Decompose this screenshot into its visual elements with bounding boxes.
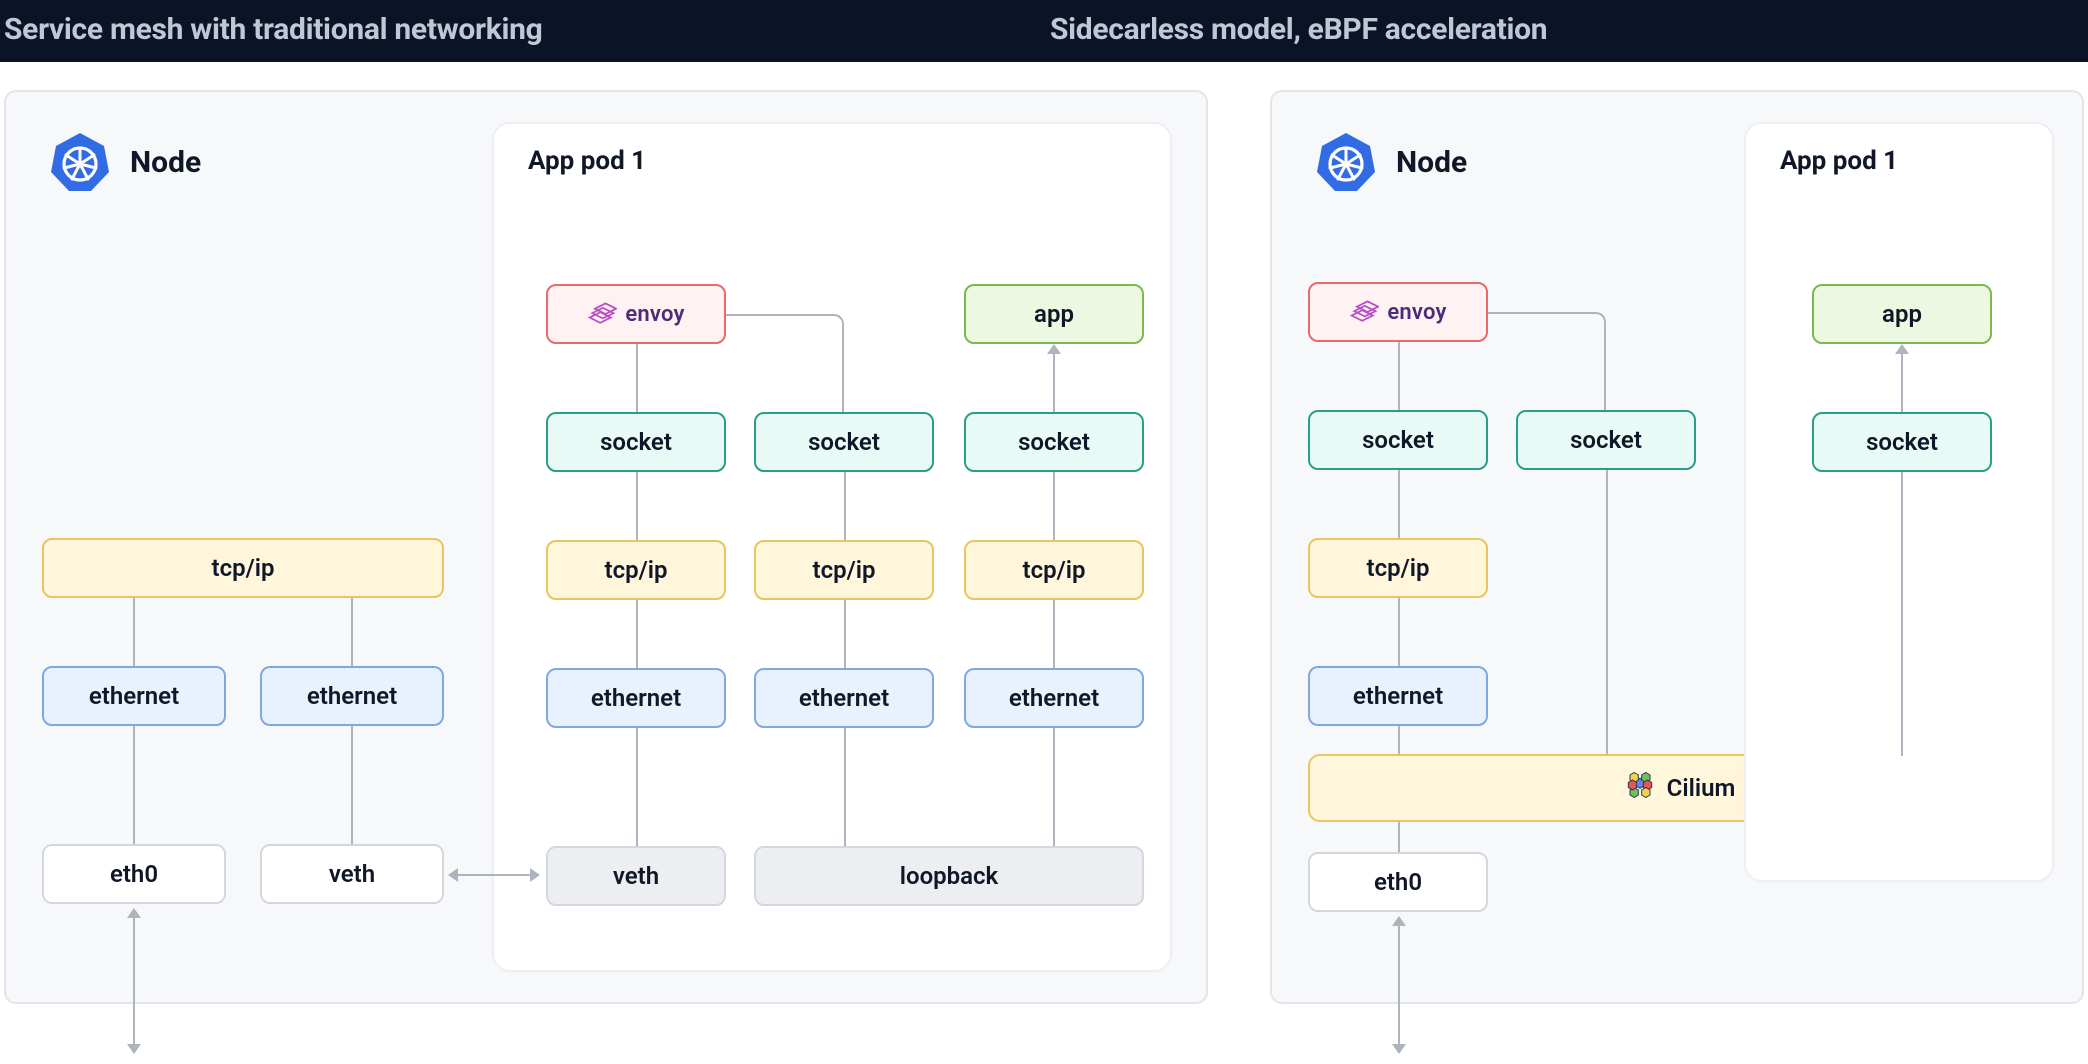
veth-link-arrow — [456, 874, 532, 876]
host-veth-box: veth — [260, 844, 444, 904]
conn — [1398, 470, 1400, 538]
panel-traditional: Node tcp/ip ethernet ethernet eth0 veth … — [4, 90, 1208, 1004]
eth0-arrow — [133, 916, 135, 1046]
pod-loopback-box: loopback — [754, 846, 1144, 906]
app-box-right: app — [1812, 284, 1992, 344]
socket-right-pod: socket — [1812, 412, 1992, 472]
conn — [1398, 726, 1400, 754]
socket-to-app-arrow-right — [1901, 352, 1903, 412]
ethernet-2-box: ethernet — [754, 668, 934, 728]
envoy-label: envoy — [1387, 300, 1446, 325]
conn — [636, 344, 638, 412]
host-tcpip-box: tcp/ip — [42, 538, 444, 598]
cilium-label: Cilium — [1667, 774, 1736, 802]
pod-title-right: App pod 1 — [1780, 146, 1898, 176]
conn — [1398, 598, 1400, 666]
conn — [636, 728, 638, 846]
conn — [133, 598, 135, 666]
tcpip-1-box: tcp/ip — [546, 540, 726, 600]
conn — [636, 600, 638, 668]
ethernet-3-box: ethernet — [964, 668, 1144, 728]
node-header-left: Node — [48, 130, 201, 194]
ethernet-right: ethernet — [1308, 666, 1488, 726]
envoy-box-right: envoy — [1308, 282, 1488, 342]
pod-title: App pod 1 — [528, 146, 646, 176]
pod-card-left: App pod 1 envoy — [492, 122, 1172, 972]
socket-1-right: socket — [1308, 410, 1488, 470]
conn — [844, 728, 846, 846]
envoy-label: envoy — [625, 302, 684, 327]
kubernetes-icon — [1314, 130, 1378, 194]
diagram-canvas: Service mesh with traditional networking… — [0, 0, 2088, 1064]
eth0-arrow-right — [1398, 924, 1400, 1046]
cilium-icon — [1625, 770, 1655, 806]
socket-3-box: socket — [964, 412, 1144, 472]
tcpip-right: tcp/ip — [1308, 538, 1488, 598]
pod-socket-to-cilium — [1901, 472, 1903, 756]
app-box: app — [964, 284, 1144, 344]
tcpip-2-box: tcp/ip — [754, 540, 934, 600]
node-header-right: Node — [1314, 130, 1467, 194]
conn — [351, 726, 353, 844]
conn — [636, 472, 638, 540]
ethernet-1-box: ethernet — [546, 668, 726, 728]
host-ethernet-2-box: ethernet — [260, 666, 444, 726]
socket-to-app-arrow — [1053, 352, 1055, 412]
node-label: Node — [130, 145, 201, 180]
host-ethernet-1-box: ethernet — [42, 666, 226, 726]
socket-2-right: socket — [1516, 410, 1696, 470]
conn — [351, 598, 353, 666]
conn — [1398, 822, 1400, 852]
conn — [1398, 342, 1400, 410]
conn — [1053, 728, 1055, 846]
panel-sidecarless: Node envoy socket sock — [1270, 90, 2084, 1004]
envoy-box: envoy — [546, 284, 726, 344]
pod-card-right: App pod 1 app socket — [1744, 122, 2054, 882]
socket2-to-cilium — [1606, 470, 1608, 754]
node-label: Node — [1396, 145, 1467, 180]
conn — [1053, 600, 1055, 668]
envoy-elbow-right — [1488, 312, 1606, 410]
host-eth0-box: eth0 — [42, 844, 226, 904]
kubernetes-icon — [48, 130, 112, 194]
eth0-right: eth0 — [1308, 852, 1488, 912]
header-right-title: Sidecarless model, eBPF acceleration — [1050, 12, 1547, 47]
socket-2-box: socket — [754, 412, 934, 472]
pod-veth-box: veth — [546, 846, 726, 906]
envoy-elbow — [726, 314, 844, 412]
conn — [844, 472, 846, 540]
envoy-icon — [587, 301, 617, 327]
conn — [133, 726, 135, 844]
conn — [1053, 472, 1055, 540]
conn — [844, 600, 846, 668]
header-left-title: Service mesh with traditional networking — [4, 12, 542, 47]
tcpip-3-box: tcp/ip — [964, 540, 1144, 600]
envoy-icon — [1349, 299, 1379, 325]
socket-1-box: socket — [546, 412, 726, 472]
